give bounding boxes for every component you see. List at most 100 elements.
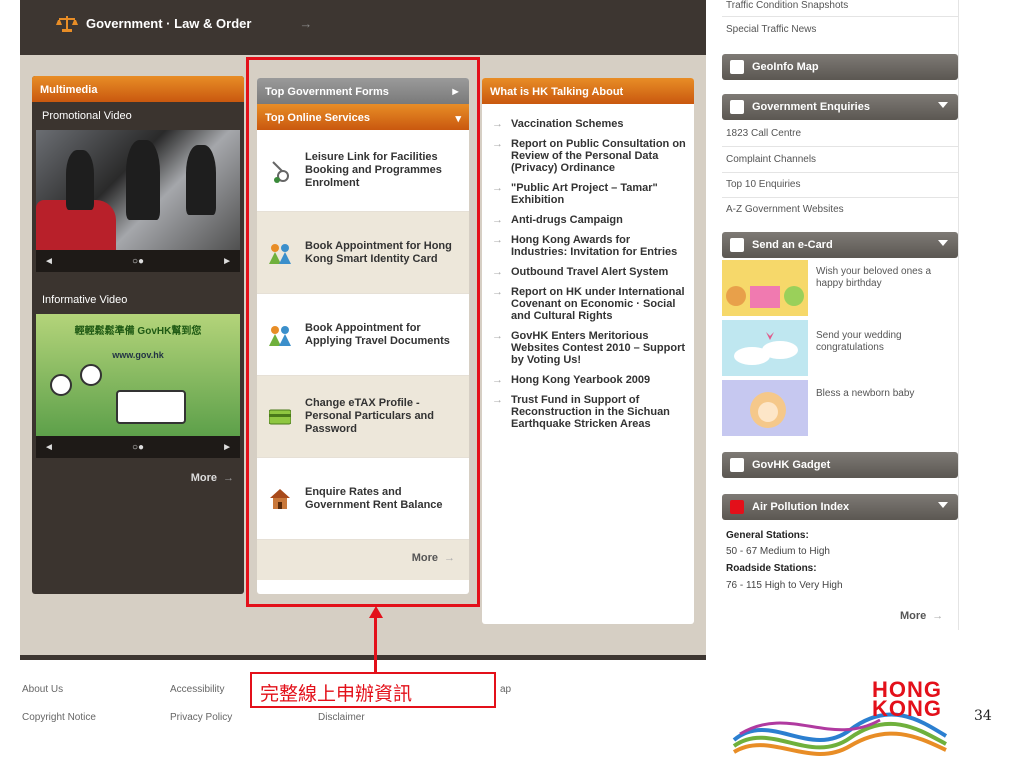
sidebar-divider bbox=[958, 0, 959, 630]
annotation-caption: 完整線上申辦資訊 bbox=[250, 672, 496, 708]
footer-link-copyright[interactable]: Copyright Notice bbox=[22, 712, 96, 723]
govhk-gadget-button[interactable]: GovHK Gadget bbox=[722, 452, 958, 478]
divider bbox=[722, 146, 958, 147]
ecard-icon bbox=[730, 238, 744, 252]
promotional-video-label: Promotional Video bbox=[42, 110, 132, 122]
footer-link-sitemap[interactable]: ap bbox=[500, 684, 511, 695]
next-arrow-icon[interactable]: ► bbox=[222, 256, 232, 267]
link-top10[interactable]: Top 10 Enquiries bbox=[726, 179, 801, 190]
next-arrow-icon[interactable]: ► bbox=[222, 442, 232, 453]
informative-video-label: Informative Video bbox=[42, 294, 128, 306]
api-roadside-value: 76 - 115 High to Very High bbox=[726, 580, 843, 591]
topic-label: Report on HK under International Covenan… bbox=[511, 286, 685, 322]
annotation-arrow-stem bbox=[374, 614, 377, 674]
api-general-value: 50 - 67 Medium to High bbox=[726, 546, 830, 557]
api-more-link[interactable]: More → bbox=[900, 610, 943, 622]
footer-link-disclaimer[interactable]: Disclaimer bbox=[318, 712, 365, 723]
arrow-right-icon: → bbox=[492, 234, 503, 246]
arrow-right-icon: → bbox=[492, 266, 503, 278]
enquiries-label: Government Enquiries bbox=[752, 101, 870, 113]
footer-link-about[interactable]: About Us bbox=[22, 684, 63, 695]
gadget-label: GovHK Gadget bbox=[752, 459, 831, 471]
prev-arrow-icon[interactable]: ◄ bbox=[44, 442, 54, 453]
ecard-birthday-text[interactable]: Wish your beloved ones a happy birthday bbox=[816, 266, 956, 290]
person-figure bbox=[186, 145, 216, 215]
topic-item[interactable]: → Anti-drugs Campaign bbox=[492, 214, 686, 226]
arrow-right-icon: → bbox=[492, 118, 503, 130]
topic-item[interactable]: → Hong Kong Yearbook 2009 bbox=[492, 374, 686, 386]
topic-item[interactable]: → Outbound Travel Alert System bbox=[492, 266, 686, 278]
topic-label: Hong Kong Awards for Industries: Invitat… bbox=[511, 234, 678, 258]
link-az-websites[interactable]: A-Z Government Websites bbox=[726, 204, 844, 215]
topic-item[interactable]: → Report on Public Consultation on Review… bbox=[492, 138, 686, 174]
api-label: Air Pollution Index bbox=[752, 501, 850, 513]
person-figure bbox=[126, 140, 160, 220]
topic-list: → Vaccination Schemes → Report on Public C… bbox=[482, 104, 694, 430]
more-label: More bbox=[190, 472, 217, 484]
category-link-government[interactable]: Government · Law & Order → bbox=[56, 14, 312, 32]
footer-link-accessibility[interactable]: Accessibility bbox=[170, 684, 224, 695]
page: Government · Law & Order → Multimedia Pr… bbox=[0, 0, 1024, 768]
video-caption: 輕輕鬆鬆準備 GovHK幫到您 bbox=[74, 326, 202, 337]
link-traffic-snapshots[interactable]: Traffic Condition Snapshots bbox=[726, 0, 848, 11]
video-carousel-controls: ◄ ○● ► bbox=[36, 250, 240, 272]
link-1823[interactable]: 1823 Call Centre bbox=[726, 128, 801, 139]
topic-item[interactable]: → GovHK Enters Meritorious Websites Conte… bbox=[492, 330, 686, 366]
geoinfo-map-button[interactable]: GeoInfo Map bbox=[722, 54, 958, 80]
chevron-down-icon bbox=[938, 240, 948, 246]
category-title: Government · Law & Order bbox=[86, 15, 252, 31]
api-roadside-label: Roadside Stations: bbox=[726, 563, 817, 574]
newborn-card-image[interactable] bbox=[722, 380, 808, 436]
topic-item[interactable]: → "Public Art Project – Tamar" Exhibition bbox=[492, 182, 686, 206]
chevron-down-icon bbox=[938, 502, 948, 508]
wedding-card-image[interactable] bbox=[722, 320, 808, 376]
air-pollution-icon bbox=[730, 500, 744, 514]
multimedia-panel: Multimedia Promotional Video ◄ ○● ► Info… bbox=[32, 76, 244, 594]
topic-label: GovHK Enters Meritorious Websites Contes… bbox=[511, 330, 686, 366]
carousel-dots[interactable]: ○● bbox=[132, 442, 144, 453]
arrow-right-icon: → bbox=[492, 330, 503, 342]
carousel-dots[interactable]: ○● bbox=[132, 256, 144, 267]
topic-item[interactable]: → Trust Fund in Support of Reconstruction… bbox=[492, 394, 686, 430]
chevron-down-icon bbox=[938, 102, 948, 108]
topic-item[interactable]: → Vaccination Schemes bbox=[492, 118, 686, 130]
topic-item[interactable]: → Report on HK under International Covena… bbox=[492, 286, 686, 322]
cartoon-truck bbox=[116, 390, 186, 424]
ecard-newborn-text[interactable]: Bless a newborn baby bbox=[816, 388, 956, 400]
ecard-wedding-text[interactable]: Send your wedding congratulations bbox=[816, 330, 956, 354]
send-ecard-header[interactable]: Send an e-Card bbox=[722, 232, 958, 258]
hk-talking-panel: What is HK Talking About → Vaccination Sc… bbox=[482, 78, 694, 624]
map-icon bbox=[730, 60, 744, 74]
topic-label: Trust Fund in Support of Reconstruction … bbox=[511, 394, 670, 430]
arrow-right-icon: → bbox=[492, 182, 503, 194]
arrow-right-icon: → bbox=[492, 286, 503, 298]
footer-link-privacy[interactable]: Privacy Policy bbox=[170, 712, 232, 723]
topic-label: Anti-drugs Campaign bbox=[511, 214, 623, 226]
prev-arrow-icon[interactable]: ◄ bbox=[44, 256, 54, 267]
link-special-traffic[interactable]: Special Traffic News bbox=[726, 24, 816, 35]
logo-line-2: KONG bbox=[872, 696, 942, 721]
multimedia-more-link[interactable]: More → bbox=[32, 458, 244, 484]
air-pollution-header[interactable]: Air Pollution Index bbox=[722, 494, 958, 520]
cartoon-face bbox=[80, 364, 102, 386]
arrow-right-icon: → bbox=[492, 138, 503, 150]
birthday-card-image[interactable] bbox=[722, 260, 808, 316]
topic-item[interactable]: → Hong Kong Awards for Industries: Invita… bbox=[492, 234, 686, 258]
informative-video-thumbnail[interactable]: 輕輕鬆鬆準備 GovHK幫到您 www.gov.hk bbox=[36, 314, 240, 436]
geoinfo-label: GeoInfo Map bbox=[752, 61, 819, 73]
arrow-right-icon: → bbox=[932, 610, 944, 622]
arrow-right-icon: → bbox=[299, 15, 313, 31]
topic-label: Hong Kong Yearbook 2009 bbox=[511, 374, 651, 386]
multimedia-header: Multimedia bbox=[32, 76, 244, 102]
link-complaint[interactable]: Complaint Channels bbox=[726, 154, 816, 165]
promotional-video-thumbnail[interactable] bbox=[36, 130, 240, 250]
more-label: More bbox=[900, 610, 927, 622]
video-url: www.gov.hk bbox=[112, 350, 164, 360]
arrow-right-icon: → bbox=[492, 214, 503, 226]
topic-label: Outbound Travel Alert System bbox=[511, 266, 669, 278]
government-enquiries-header[interactable]: Government Enquiries bbox=[722, 94, 958, 120]
cartoon-face bbox=[50, 374, 72, 396]
document-icon bbox=[730, 100, 744, 114]
arrow-right-icon: → bbox=[223, 472, 234, 484]
topic-label: Report on Public Consultation on Review … bbox=[511, 138, 686, 174]
